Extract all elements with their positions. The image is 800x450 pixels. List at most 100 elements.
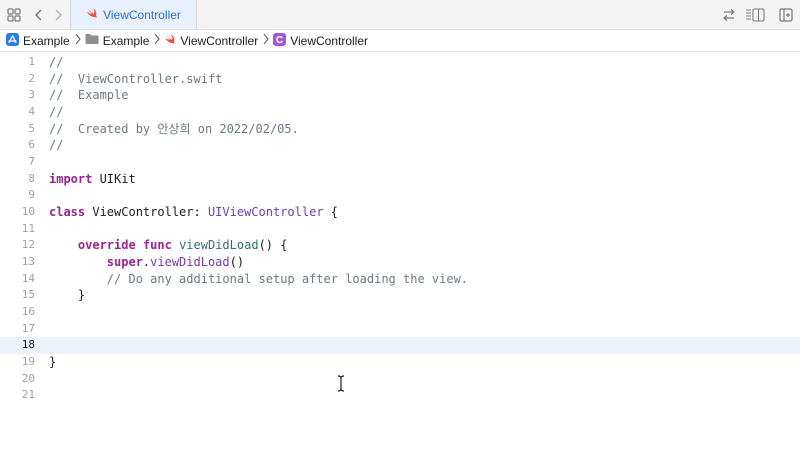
line-number: 16 — [21, 305, 35, 319]
line-number: 11 — [21, 221, 35, 235]
code-line[interactable]: 12 override func viewDidLoad() { — [0, 237, 800, 254]
code-line[interactable]: 2 // ViewController.swift — [0, 71, 800, 88]
line-number: 5 — [28, 121, 35, 135]
tab-bar: ViewController — [0, 0, 800, 30]
line-number: 1 — [28, 55, 35, 68]
line-number: 10 — [21, 205, 35, 219]
back-chevron-icon[interactable] — [31, 7, 47, 23]
breadcrumb-label: Example — [23, 33, 70, 48]
line-number: 20 — [21, 371, 35, 385]
line-number: 12 — [21, 238, 35, 252]
svg-text:C: C — [276, 35, 283, 46]
code-line[interactable]: 8 import UIKit — [0, 171, 800, 188]
code-line[interactable]: 9 — [0, 187, 800, 204]
chevron-right-icon — [263, 33, 269, 48]
code-text: // Created by 안상희 on 2022/02/05. — [49, 121, 299, 138]
tab-label: ViewController — [103, 7, 181, 22]
code-line[interactable]: 7 — [0, 154, 800, 171]
chevron-right-icon — [75, 33, 81, 48]
code-text: } — [49, 287, 85, 304]
breadcrumb-item-file[interactable]: ViewController — [164, 33, 258, 48]
code-token: func — [142, 238, 172, 253]
code-line[interactable]: 18 — [0, 337, 800, 355]
folder-icon — [85, 33, 99, 48]
code-line[interactable]: 21 — [0, 387, 800, 404]
breadcrumb-label: ViewController — [290, 33, 368, 48]
line-number: 19 — [21, 355, 35, 369]
code-text: } — [49, 354, 56, 371]
code-token: // Do any additional setup after loading… — [49, 271, 469, 286]
code-line[interactable]: 10 class ViewController: UIViewController… — [0, 204, 800, 221]
code-line[interactable]: 16 — [0, 304, 800, 321]
code-text: // — [49, 104, 63, 121]
code-token: UIViewController — [207, 205, 324, 220]
text-cursor-icon — [337, 375, 345, 392]
code-text: // — [49, 54, 63, 71]
code-text: // ViewController.swift — [49, 71, 222, 88]
code-line[interactable]: 20 — [0, 371, 800, 388]
code-token: } — [49, 288, 86, 303]
line-number: 13 — [21, 255, 35, 269]
code-text: // Example — [49, 87, 128, 104]
breadcrumb-label: Example — [102, 33, 150, 48]
code-token: // — [49, 138, 64, 153]
line-number: 3 — [28, 88, 35, 102]
code-line[interactable]: 15 } — [0, 287, 800, 304]
code-editor[interactable]: 1 // 2 // ViewController.swift 3 // Example 4 /… — [0, 52, 800, 450]
chevron-right-icon — [154, 33, 161, 48]
breadcrumb-item-class[interactable]: C ViewController — [273, 32, 368, 49]
breadcrumb: Example Example ViewController C ViewCon… — [0, 30, 800, 52]
tab-viewcontroller[interactable]: ViewController — [70, 0, 197, 29]
code-token: // ViewController.swift — [49, 71, 223, 86]
swap-arrows-icon[interactable] — [721, 7, 737, 23]
line-number: 8 — [28, 171, 35, 185]
code-token: () { — [258, 238, 288, 253]
line-number: 21 — [21, 388, 35, 402]
code-line[interactable]: 11 — [0, 221, 800, 238]
code-text: import UIKit — [49, 171, 136, 188]
breadcrumb-item-project[interactable]: Example — [6, 32, 70, 49]
code-token: // Example — [49, 88, 129, 103]
editor-options-icon[interactable] — [745, 7, 765, 23]
code-text: super.viewDidLoad() — [49, 254, 244, 271]
line-number: 7 — [28, 155, 35, 169]
code-line[interactable]: 6 // — [0, 137, 800, 154]
line-number: 15 — [21, 288, 35, 302]
code-text: // — [49, 137, 63, 154]
forward-chevron-icon[interactable] — [50, 7, 66, 23]
code-line[interactable]: 17 — [0, 321, 800, 338]
code-token: ViewController: — [85, 205, 208, 220]
code-text: // Do any additional setup after loading… — [49, 271, 468, 288]
class-c-icon: C — [273, 32, 287, 49]
code-token: viewDidLoad — [150, 255, 230, 270]
code-line[interactable]: 19} — [0, 354, 800, 371]
line-number: 4 — [28, 105, 35, 118]
code-token: override — [77, 238, 136, 253]
swift-icon — [86, 6, 98, 24]
code-line[interactable]: 1 // — [0, 54, 800, 71]
code-line[interactable]: 5 // Created by 안상희 on 2022/02/05. — [0, 121, 800, 138]
line-number: 2 — [28, 71, 35, 85]
code-line[interactable]: 3 // Example — [0, 87, 800, 104]
swift-icon — [164, 33, 176, 48]
line-number: 14 — [21, 271, 35, 285]
code-line[interactable]: 4 // — [0, 104, 800, 121]
breadcrumb-item-folder[interactable]: Example — [85, 33, 150, 48]
code-token: } — [49, 355, 57, 370]
breadcrumb-label: ViewController — [180, 33, 259, 48]
code-line[interactable]: 13 super.viewDidLoad() — [0, 254, 800, 271]
line-number: 6 — [28, 138, 35, 152]
add-editor-icon[interactable] — [778, 7, 794, 23]
code-text: class ViewController: UIViewController { — [49, 204, 338, 221]
code-token: UIKit — [92, 171, 136, 186]
code-token: // Created by 안상희 on 2022/02/05. — [49, 121, 299, 136]
code-line[interactable]: 14 // Do any additional setup after load… — [0, 271, 800, 288]
code-token: () — [229, 255, 245, 270]
code-token: class — [49, 205, 86, 220]
line-number: 17 — [21, 321, 35, 335]
grid-icon[interactable] — [6, 7, 22, 23]
code-token: viewDidLoad — [179, 238, 259, 253]
